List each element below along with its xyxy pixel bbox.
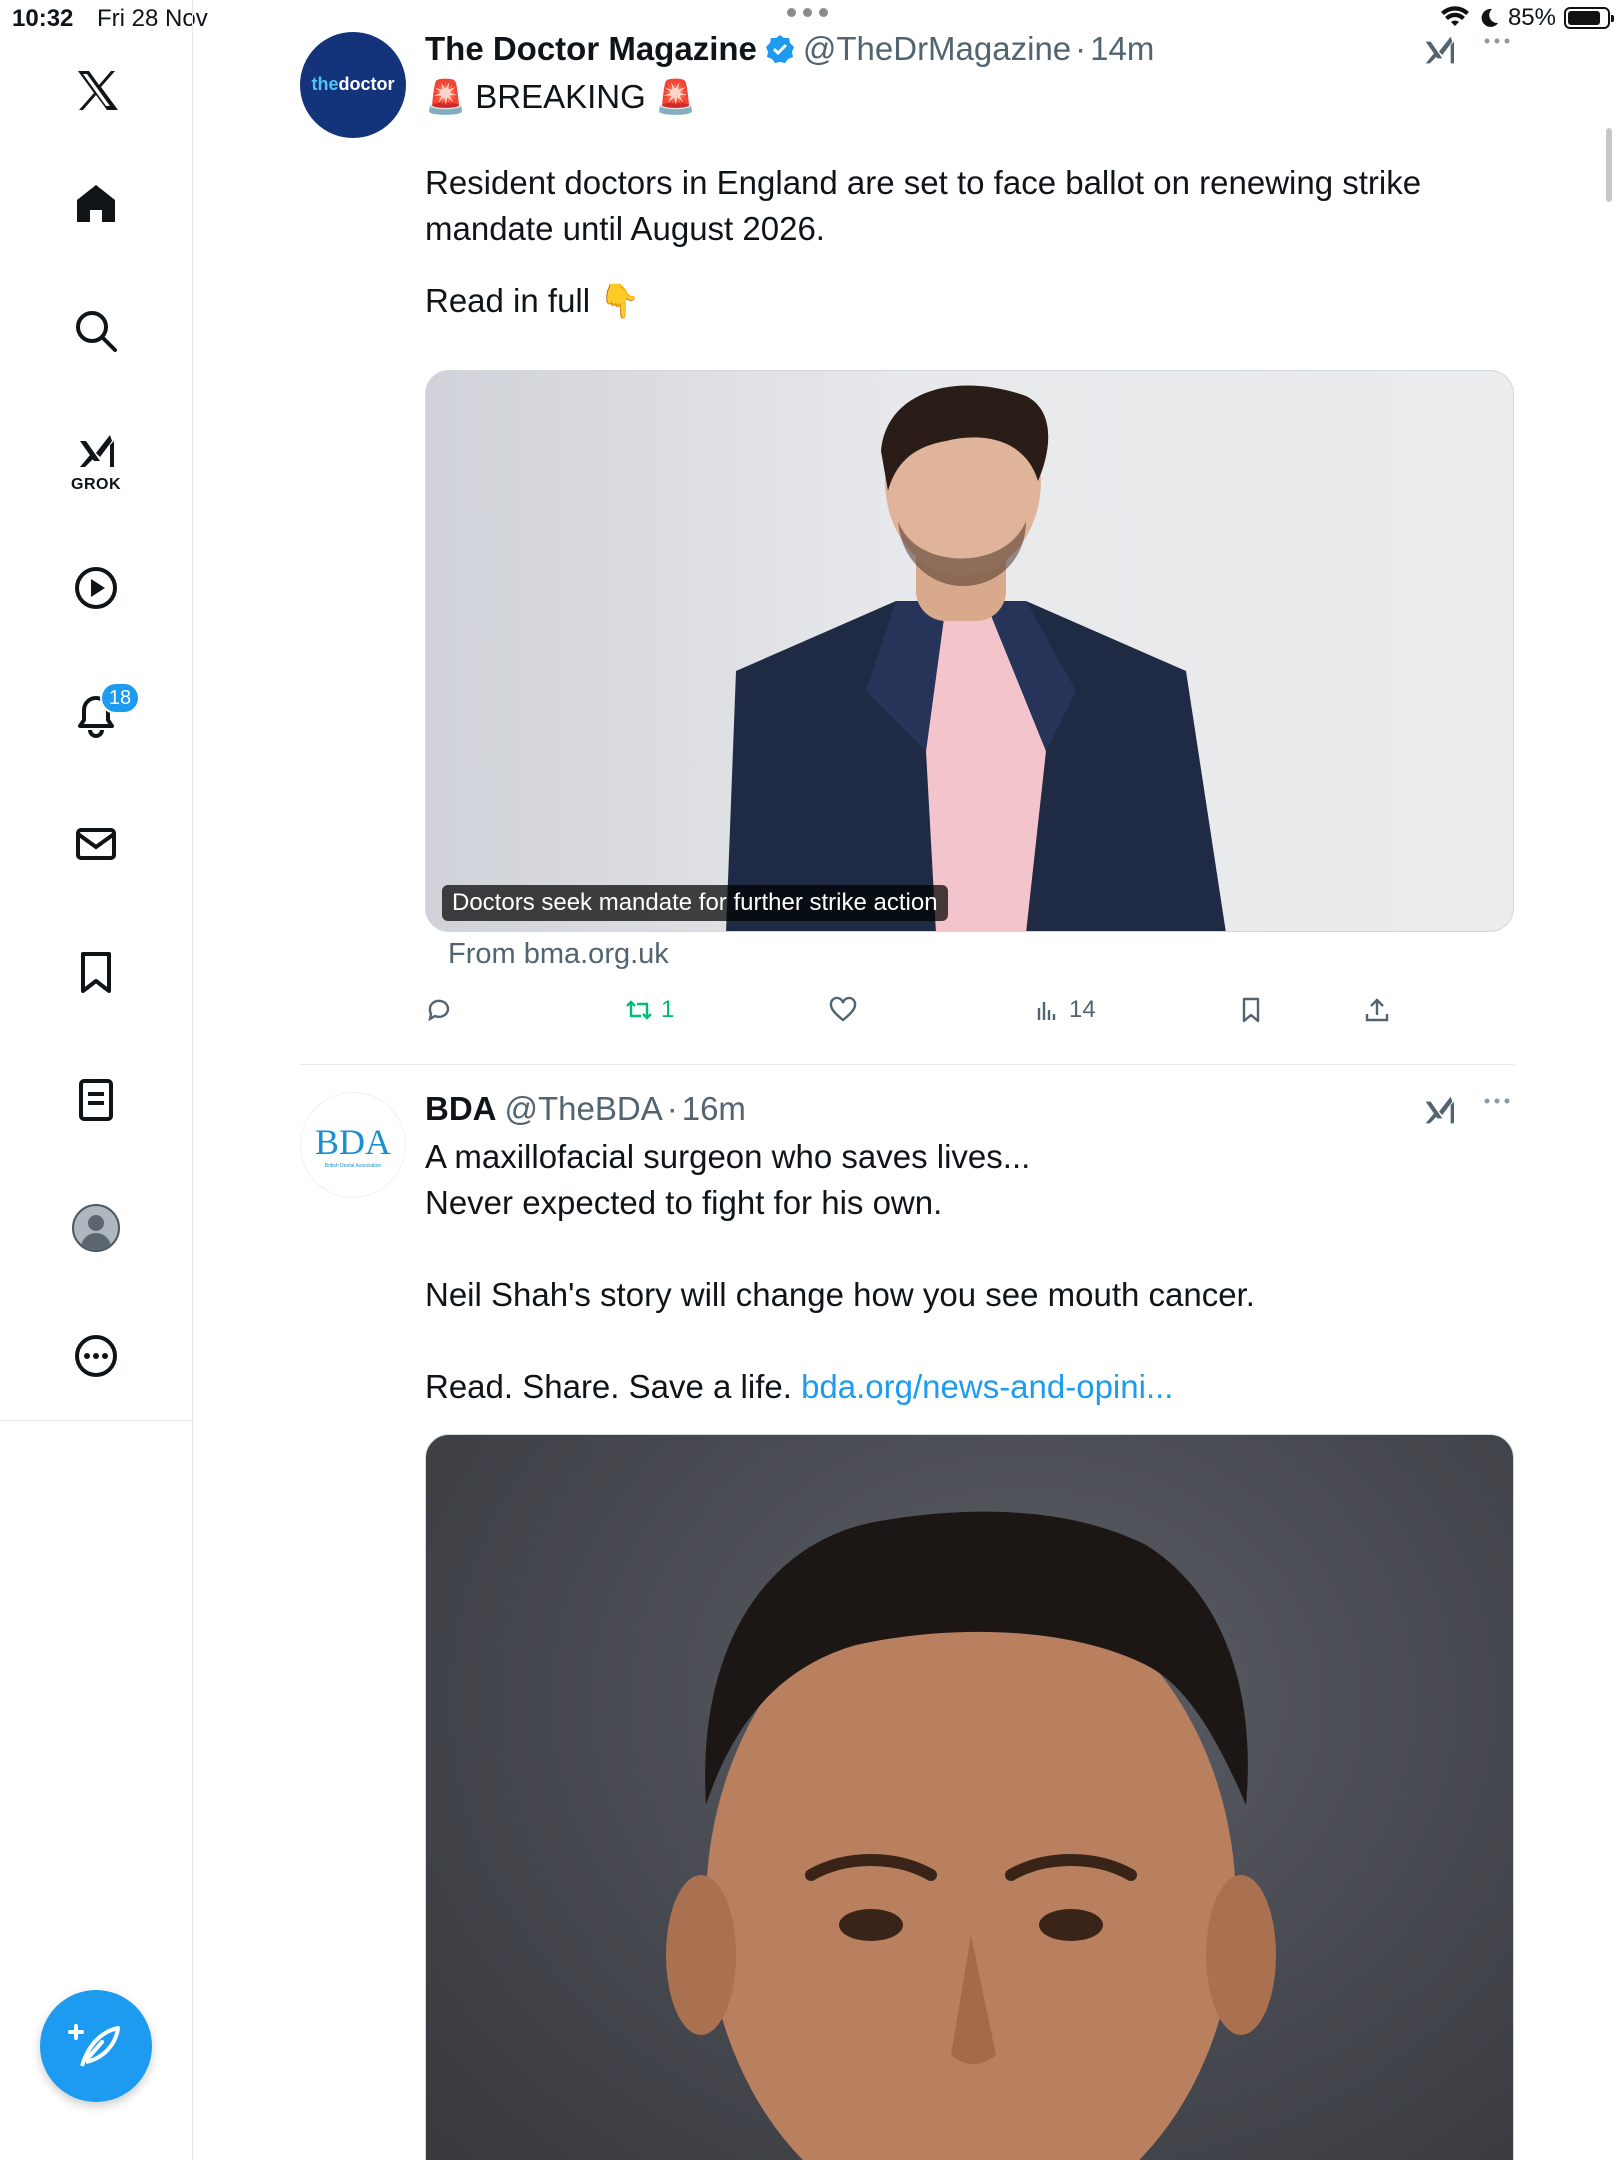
more-options-icon[interactable]: [1479, 26, 1515, 56]
tweet-text-line: A maxillofacial surgeon who saves lives.…: [425, 1138, 1031, 1175]
notifications-bell-icon[interactable]: 18: [56, 676, 140, 756]
bookmark-icon: [1242, 997, 1260, 1023]
search-icon[interactable]: [56, 291, 136, 371]
lists-icon[interactable]: [56, 1060, 136, 1140]
heart-icon: [829, 996, 857, 1022]
notifications-badge: 18: [100, 682, 140, 714]
compose-post-icon: [68, 2024, 120, 2067]
person-photo: [666, 1511, 1276, 2160]
pointing-down-emoji: 👇: [599, 282, 641, 319]
avatar-text: the: [311, 74, 339, 94]
separator: ·: [666, 1090, 678, 1127]
separator: ·: [1075, 30, 1087, 67]
person-photo: [726, 385, 1226, 931]
share-upload-icon: [1365, 998, 1389, 1022]
avatar-text: BDA: [314, 1122, 391, 1162]
tweet-actions: 1 14: [425, 996, 1425, 1036]
sidebar-nav: GROK 18: [0, 0, 193, 2160]
grok-icon[interactable]: [1419, 30, 1459, 70]
more-options-icon[interactable]: [1479, 1086, 1515, 1116]
link-source[interactable]: From bma.org.uk: [448, 938, 669, 971]
video-play-icon[interactable]: [56, 548, 136, 628]
bookmark-button[interactable]: [1237, 996, 1265, 1024]
battery-percent: 85%: [1507, 4, 1556, 31]
grok-label: GROK: [71, 476, 121, 493]
tweet-read-more: Read in full 👇: [425, 278, 1515, 324]
siren-emoji: 🚨: [425, 78, 467, 115]
tweet-text-line: Read. Share. Save a life. bda.org/news-a…: [425, 1364, 1515, 1410]
views-chart-icon: [1037, 1002, 1056, 1020]
tweet-doctor-magazine[interactable]: thedoctor The Doctor Magazine @TheDrMaga…: [300, 26, 1514, 1056]
tweet-bda[interactable]: BDA British Dental Association BDA @TheB…: [300, 1086, 1514, 2160]
reply-icon: [428, 999, 450, 1022]
x-logo-icon[interactable]: [56, 50, 136, 130]
tweet-paragraph: Resident doctors in England are set to f…: [425, 164, 1431, 247]
retweet-count: 1: [661, 996, 675, 1023]
tweet-text-span: Read. Share. Save a life.: [425, 1368, 802, 1405]
more-circle-icon[interactable]: [56, 1316, 136, 1396]
sidebar-divider: [0, 1420, 193, 1421]
bookmarks-icon[interactable]: [56, 932, 136, 1012]
views-button[interactable]: 14: [1033, 996, 1096, 1024]
verified-badge-icon: [765, 35, 794, 63]
tweet-image[interactable]: [425, 1434, 1514, 2160]
retweet-button[interactable]: 1: [625, 996, 674, 1024]
share-button[interactable]: [1363, 996, 1391, 1024]
retweet-icon: [626, 1000, 652, 1020]
avatar[interactable]: thedoctor: [300, 32, 406, 138]
link-card-image[interactable]: Doctors seek mandate for further strike …: [425, 370, 1514, 932]
view-count: 14: [1069, 996, 1096, 1023]
siren-emoji: 🚨: [654, 78, 697, 115]
compose-post-button[interactable]: [40, 1990, 152, 2102]
author-handle[interactable]: @TheBDA: [505, 1090, 663, 1128]
messages-envelope-icon[interactable]: [56, 804, 136, 884]
multitasking-dots[interactable]: [787, 8, 828, 17]
tweet-time[interactable]: 14m: [1090, 30, 1154, 68]
author-handle[interactable]: @TheDrMagazine: [803, 30, 1071, 68]
tweet-divider: [300, 1064, 1514, 1065]
breaking-label: BREAKING: [475, 78, 646, 115]
tweet-text: 🚨 BREAKING 🚨: [425, 74, 1515, 120]
read-more-text: Read in full: [425, 282, 591, 319]
scrollbar[interactable]: [1606, 128, 1612, 202]
grok-icon[interactable]: [1419, 1090, 1459, 1130]
tweet-header: BDA @TheBDA · 16m: [425, 1086, 1515, 1132]
tweet-time[interactable]: 16m: [682, 1090, 746, 1128]
author-name[interactable]: The Doctor Magazine: [425, 30, 757, 68]
tweet-text-line: Neil Shah's story will change how you se…: [425, 1276, 1255, 1313]
avatar[interactable]: BDA British Dental Association: [300, 1092, 406, 1198]
tweet-text-line: Never expected to fight for his own.: [425, 1184, 943, 1221]
like-button[interactable]: [829, 996, 865, 1024]
media-caption: Doctors seek mandate for further strike …: [442, 885, 948, 921]
avatar-subtext: British Dental Association: [324, 1163, 382, 1169]
profile-avatar[interactable]: [56, 1188, 136, 1268]
reply-button[interactable]: [425, 996, 461, 1024]
avatar-text: doctor: [338, 74, 395, 94]
avatar: [72, 1204, 120, 1252]
home-icon[interactable]: [56, 164, 136, 244]
battery-icon: [1564, 7, 1614, 29]
author-name[interactable]: BDA: [425, 1090, 497, 1128]
tweet-header: The Doctor Magazine @TheDrMagazine · 14m: [425, 26, 1515, 72]
grok-icon[interactable]: GROK: [56, 420, 136, 500]
tweet-link[interactable]: bda.org/news-and-opini...: [801, 1368, 1173, 1405]
